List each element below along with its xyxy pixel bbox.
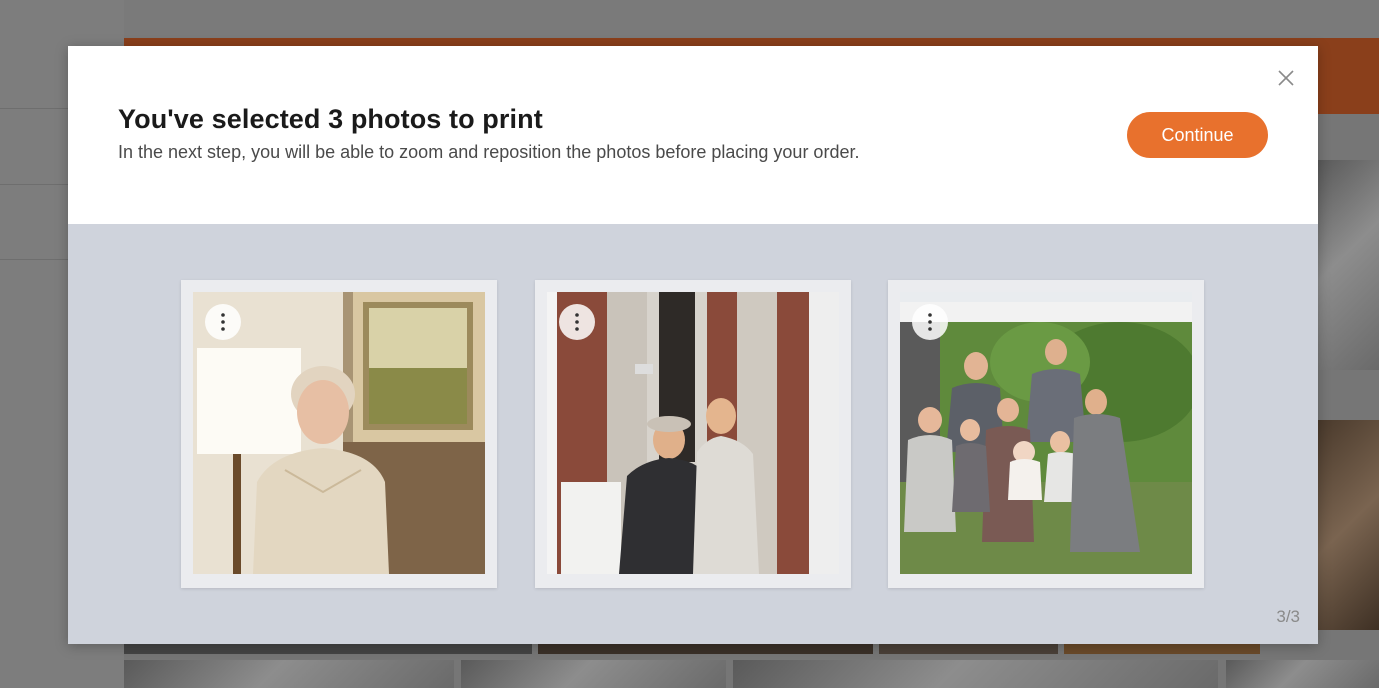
more-vertical-icon: [221, 313, 225, 331]
modal-subtitle: In the next step, you will be able to zo…: [118, 142, 860, 162]
photo-menu-button[interactable]: [205, 304, 241, 340]
background-thumbnail: [461, 660, 726, 688]
background-thumbnail: [1318, 160, 1379, 370]
photo-thumbnail: [547, 292, 839, 574]
print-selection-modal: You've selected 3 photos to print In the…: [68, 46, 1318, 644]
background-thumbnail: [1318, 420, 1379, 630]
background-thumbnail: [124, 644, 532, 654]
photo-menu-button[interactable]: [559, 304, 595, 340]
background-thumbnail: [733, 660, 1218, 688]
photo-thumbnail: [900, 292, 1192, 574]
continue-button[interactable]: Continue: [1127, 112, 1268, 158]
photo-thumbnail: [193, 292, 485, 574]
photo-card[interactable]: [888, 280, 1204, 588]
app-background: You've selected 3 photos to print In the…: [0, 0, 1379, 688]
close-button[interactable]: [1276, 68, 1296, 88]
background-thumbnail: [879, 644, 1058, 654]
background-thumbnail: [1064, 644, 1260, 654]
background-thumbnail: [538, 644, 873, 654]
selected-photos: 3/3: [68, 224, 1318, 644]
photo-counter: 3/3: [1276, 607, 1300, 626]
photo-card[interactable]: [181, 280, 497, 588]
more-vertical-icon: [575, 313, 579, 331]
modal-header: You've selected 3 photos to print In the…: [68, 46, 1318, 224]
more-vertical-icon: [928, 313, 932, 331]
close-icon: [1278, 70, 1294, 86]
background-thumbnail: [124, 660, 454, 688]
background-thumbnail: [1226, 660, 1379, 688]
photo-menu-button[interactable]: [912, 304, 948, 340]
photo-card[interactable]: [535, 280, 851, 588]
modal-title: You've selected 3 photos to print: [118, 104, 543, 134]
